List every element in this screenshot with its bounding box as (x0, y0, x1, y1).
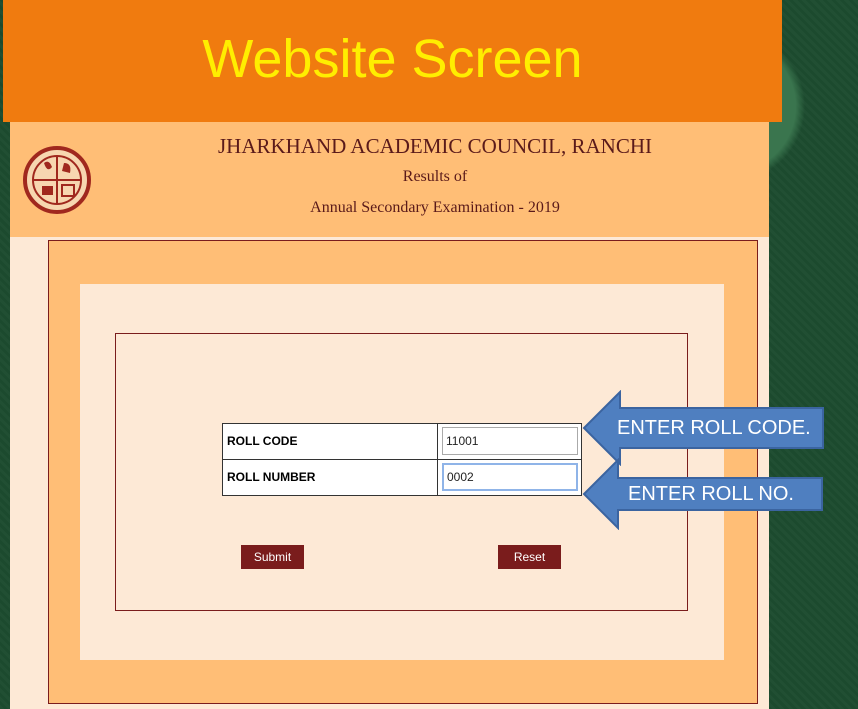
banner-title: Website Screen (202, 29, 583, 89)
roll-number-input[interactable] (442, 463, 578, 491)
roll-form-table: ROLL CODE ROLL NUMBER (222, 423, 582, 496)
banner: Website Screen (3, 0, 782, 122)
submit-button[interactable]: Submit (241, 545, 304, 569)
roll-number-label: ROLL NUMBER (223, 460, 438, 495)
roll-no-callout: ENTER ROLL NO. (628, 483, 794, 505)
roll-code-row: ROLL CODE (223, 424, 581, 460)
reset-button[interactable]: Reset (498, 545, 561, 569)
council-name: JHARKHAND ACADEMIC COUNCIL, RANCHI (217, 134, 653, 158)
roll-number-row: ROLL NUMBER (223, 460, 581, 495)
roll-code-input[interactable] (442, 427, 578, 455)
site-header: JHARKHAND ACADEMIC COUNCIL, RANCHI Resul… (10, 122, 769, 237)
roll-code-callout: ENTER ROLL CODE. (617, 417, 811, 439)
results-of-label: Results of (402, 168, 468, 185)
exam-title: Annual Secondary Examination - 2019 (310, 199, 560, 216)
roll-code-label: ROLL CODE (223, 424, 438, 459)
council-emblem-icon (23, 146, 91, 214)
